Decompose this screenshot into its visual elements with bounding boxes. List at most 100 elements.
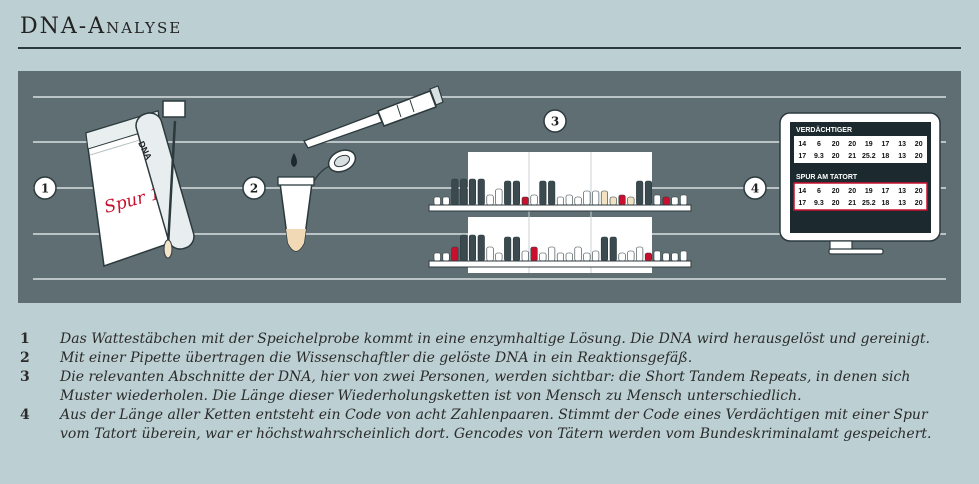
str-bar <box>512 180 521 206</box>
code-cell: 17 <box>882 141 890 148</box>
reaction-vessel-icon <box>277 149 357 252</box>
code-cell: 13 <box>898 153 906 160</box>
code-cell: 14 <box>798 188 806 195</box>
code-cell: 20 <box>915 200 923 207</box>
diagram-panel: Spur 12 DNA VERDÄCHTIGER 14 6 20 20 19 1… <box>18 71 961 303</box>
str-bar <box>671 196 679 206</box>
code-cell: 21 <box>848 153 856 160</box>
code-cell: 19 <box>865 188 873 195</box>
code-cell: 20 <box>832 200 840 207</box>
code-cell: 20 <box>848 141 856 148</box>
legend-step-1: 1 Das Wattestäbchen mit der Speichelprob… <box>20 330 950 349</box>
code-cell: 9.3 <box>814 153 824 160</box>
step-marker-1: 1 <box>33 176 57 200</box>
str-bar <box>521 250 529 262</box>
legend-step-4: 4 Aus der Länge aller Ketten entsteht ei… <box>20 406 950 444</box>
trace-label: SPUR AM TATORT <box>796 174 858 181</box>
str-bar <box>653 250 661 262</box>
str-bar <box>530 246 538 262</box>
str-bar <box>618 194 626 206</box>
step-text: Mit einer Pipette übertragen die Wissens… <box>60 350 693 366</box>
code-cell: 19 <box>865 141 873 148</box>
str-bar <box>504 236 512 262</box>
str-bar <box>592 250 600 262</box>
str-bar <box>486 246 494 262</box>
step-number: 1 <box>20 331 30 347</box>
step-marker-3-label: 3 <box>551 115 559 129</box>
code-cell: 21 <box>848 200 856 207</box>
str-bar <box>574 246 582 262</box>
step-text: Die relevanten Abschnitte der DNA, hier … <box>60 369 911 404</box>
code-cell: 17 <box>882 188 890 195</box>
str-bar <box>539 252 547 262</box>
str-bar <box>442 196 450 206</box>
step-marker-2: 2 <box>242 176 266 200</box>
str-bar <box>565 194 573 206</box>
str-bar <box>477 178 485 206</box>
code-cell: 20 <box>915 188 923 195</box>
code-cell: 6 <box>817 141 821 148</box>
str-bar <box>600 190 609 206</box>
str-bar <box>662 252 670 262</box>
str-bar <box>583 252 591 262</box>
str-bar <box>583 190 591 206</box>
str-bar <box>530 194 538 206</box>
suspect-label: VERDÄCHTIGER <box>796 126 852 134</box>
pipette-icon <box>303 85 444 149</box>
code-cell: 17 <box>798 200 806 207</box>
step-marker-3: 3 <box>543 109 567 133</box>
str-bar <box>680 250 688 262</box>
page-title: DNA-Analyse <box>20 14 183 39</box>
str-bar <box>451 178 459 206</box>
code-cell: 18 <box>882 153 890 160</box>
str-bar <box>574 196 582 206</box>
str-bar <box>636 180 644 206</box>
legend-step-3: 3 Die relevanten Abschnitte der DNA, hie… <box>20 368 950 406</box>
str-bar <box>644 180 653 206</box>
str-bar <box>636 246 644 262</box>
str-bar <box>477 234 485 262</box>
str-bar <box>662 196 670 206</box>
code-cell: 14 <box>798 141 806 148</box>
str-bar <box>644 252 653 262</box>
step-number: 3 <box>20 369 30 385</box>
str-bar <box>609 236 617 262</box>
str-bar <box>556 252 565 262</box>
step-number: 2 <box>20 350 30 366</box>
step-legend: 1 Das Wattestäbchen mit der Speichelprob… <box>20 330 950 444</box>
code-cell: 20 <box>915 141 923 148</box>
step-marker-4: 4 <box>743 176 767 200</box>
step-number: 4 <box>20 407 30 423</box>
str-bar <box>495 252 503 262</box>
code-cell: 13 <box>898 200 906 207</box>
str-bar <box>592 190 600 206</box>
str-bar <box>512 236 521 262</box>
str-bar <box>504 180 512 206</box>
step-marker-1-label: 1 <box>41 182 49 196</box>
code-cell: 20 <box>832 188 840 195</box>
step-marker-2-label: 2 <box>250 182 258 196</box>
code-cell: 25.2 <box>862 200 876 207</box>
str-bar <box>433 196 441 206</box>
code-cell: 13 <box>898 188 906 195</box>
step-text: Aus der Länge aller Ketten entsteht ein … <box>60 407 932 442</box>
code-cell: 18 <box>882 200 890 207</box>
code-cell: 9.3 <box>814 200 824 207</box>
str-bar <box>627 250 635 262</box>
str-bar <box>680 194 688 206</box>
str-bar <box>460 234 468 262</box>
str-bar <box>618 252 626 262</box>
str-bar <box>468 178 477 206</box>
str-gel-racks <box>428 152 692 273</box>
str-bar <box>627 196 635 206</box>
monitor-icon: VERDÄCHTIGER 14 6 20 20 19 17 13 20 17 9.3 20 21 25.… <box>779 112 941 255</box>
code-cell: 25.2 <box>862 153 876 160</box>
code-cell: 20 <box>848 188 856 195</box>
code-cell: 13 <box>898 141 906 148</box>
code-cell: 6 <box>817 188 821 195</box>
str-bar <box>653 194 661 206</box>
legend-step-2: 2 Mit einer Pipette übertragen die Wisse… <box>20 349 950 368</box>
str-bar <box>600 236 609 262</box>
droplet-icon <box>291 153 297 167</box>
str-bar <box>556 196 565 206</box>
